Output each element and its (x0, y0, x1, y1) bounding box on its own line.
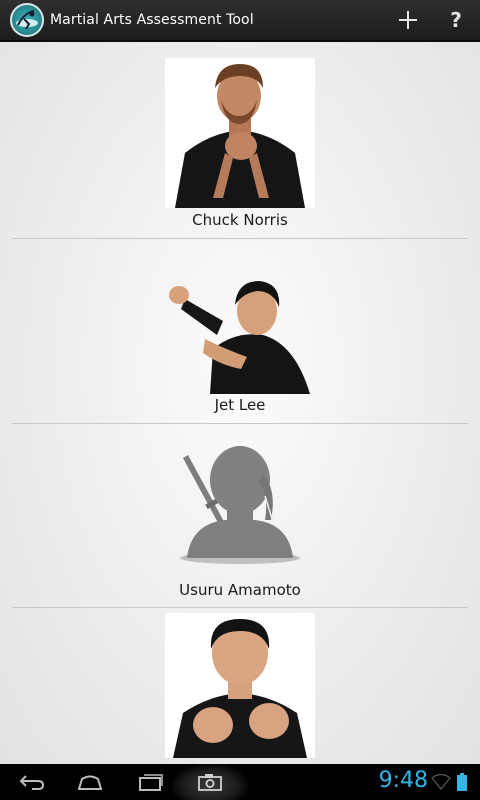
wifi-status (430, 764, 452, 800)
plus-icon (399, 11, 417, 29)
status-clock: 9:48 (378, 768, 428, 793)
camera-icon (198, 774, 222, 791)
back-button[interactable] (10, 764, 54, 800)
battery-status (454, 764, 470, 800)
fighter-photo (165, 58, 315, 208)
fighter-name: Chuck Norris (192, 211, 288, 229)
list-item[interactable] (0, 608, 480, 764)
battery-icon (457, 773, 467, 791)
fighter-photo (165, 613, 315, 758)
wifi-icon (431, 774, 451, 790)
fighter-name: Jet Lee (214, 396, 266, 414)
action-bar: Martial Arts Assessment Tool ? (0, 0, 480, 42)
recent-apps-icon (139, 774, 163, 791)
system-navigation-bar: 9:48 (0, 764, 480, 800)
fighter-list[interactable]: Chuck Norris Jet Lee Usuru Amamoto (0, 42, 480, 764)
add-button[interactable] (384, 0, 432, 41)
home-icon (77, 775, 103, 790)
list-item[interactable]: Jet Lee (0, 239, 480, 424)
fighter-name: Usuru Amamoto (179, 581, 301, 599)
ninja-silhouette-icon (180, 446, 300, 564)
home-button[interactable] (68, 764, 112, 800)
app-logo-icon[interactable] (10, 3, 44, 37)
fighter-photo-placeholder (165, 440, 315, 590)
camera-button[interactable] (172, 764, 248, 800)
help-button[interactable]: ? (432, 0, 480, 41)
app-title: Martial Arts Assessment Tool (50, 12, 254, 28)
recent-apps-button[interactable] (128, 764, 172, 800)
list-item[interactable]: Usuru Amamoto (0, 424, 480, 609)
help-icon: ? (450, 8, 462, 32)
list-item[interactable]: Chuck Norris (0, 42, 480, 229)
back-icon (19, 775, 45, 790)
